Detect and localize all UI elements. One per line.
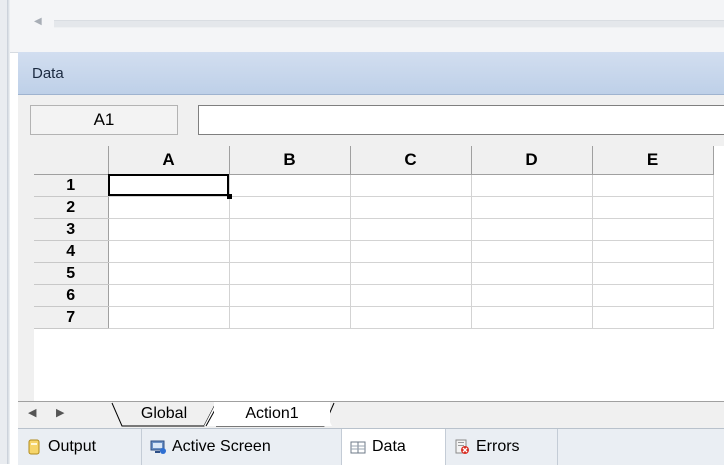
sheet-tab-global[interactable]: Global <box>120 402 208 426</box>
column-header-d[interactable]: D <box>471 146 593 175</box>
cell[interactable] <box>229 240 351 263</box>
cell[interactable] <box>471 240 593 263</box>
select-all-corner[interactable] <box>34 146 109 175</box>
cell-a1-active[interactable] <box>108 174 231 198</box>
cell[interactable] <box>350 306 472 329</box>
cell[interactable] <box>108 284 230 307</box>
cell[interactable] <box>350 284 472 307</box>
cell[interactable] <box>350 262 472 285</box>
cell[interactable] <box>592 174 714 197</box>
dock-tab-active-screen[interactable]: Active Screen <box>142 429 342 465</box>
formula-bar: A1 <box>18 95 724 145</box>
row-header-4[interactable]: 4 <box>34 240 109 263</box>
row-header-7[interactable]: 7 <box>34 306 109 329</box>
cell[interactable] <box>108 306 230 329</box>
errors-icon <box>454 439 470 455</box>
bottom-dock-tabs: Output Active Screen Data Errors <box>18 428 724 465</box>
cell[interactable] <box>350 174 472 197</box>
cell[interactable] <box>350 240 472 263</box>
cell-reference-box[interactable]: A1 <box>30 105 178 135</box>
cell[interactable] <box>471 174 593 197</box>
dock-tab-label: Output <box>48 438 97 455</box>
column-header-b[interactable]: B <box>229 146 351 175</box>
sheet-next-icon[interactable]: ▶ <box>56 406 64 419</box>
dock-tab-label: Errors <box>476 438 520 455</box>
row-header-5[interactable]: 5 <box>34 262 109 285</box>
cell[interactable] <box>108 218 230 241</box>
window-left-border <box>0 0 10 464</box>
cell[interactable] <box>108 196 230 219</box>
top-horizontal-scrollbar[interactable]: ◀ <box>10 0 724 53</box>
cell[interactable] <box>592 196 714 219</box>
dock-tab-data[interactable]: Data <box>342 429 446 465</box>
output-icon <box>26 439 42 455</box>
spreadsheet-grid[interactable]: A B C D E 1 2 3 4 5 6 7 <box>34 146 724 401</box>
cell[interactable] <box>471 262 593 285</box>
cell[interactable] <box>471 218 593 241</box>
panel-title-bar: Data <box>18 52 724 95</box>
dock-tab-label: Data <box>372 438 406 455</box>
row-header-1[interactable]: 1 <box>34 174 109 197</box>
column-header-a[interactable]: A <box>108 146 230 175</box>
scroll-left-arrow-icon[interactable]: ◀ <box>34 16 42 27</box>
formula-input[interactable] <box>198 105 724 135</box>
dock-tab-label: Active Screen <box>172 438 271 455</box>
cell[interactable] <box>229 174 351 197</box>
cell[interactable] <box>350 218 472 241</box>
active-screen-icon <box>150 439 166 455</box>
panel-title: Data <box>32 65 64 82</box>
cell[interactable] <box>108 240 230 263</box>
data-table-panel: A1 A B C D E 1 2 3 4 5 6 7 ◀ ▶ Global Ac… <box>18 95 724 429</box>
cell[interactable] <box>229 284 351 307</box>
data-icon <box>350 439 366 455</box>
sheet-tab-action1[interactable]: Action1 <box>214 402 330 426</box>
cell[interactable] <box>229 262 351 285</box>
cell[interactable] <box>350 196 472 219</box>
column-header-e[interactable]: E <box>592 146 714 175</box>
dock-tab-output[interactable]: Output <box>18 429 142 465</box>
cell[interactable] <box>592 262 714 285</box>
cell[interactable] <box>229 196 351 219</box>
cell[interactable] <box>229 306 351 329</box>
cell[interactable] <box>592 284 714 307</box>
column-header-c[interactable]: C <box>350 146 472 175</box>
row-header-3[interactable]: 3 <box>34 218 109 241</box>
scroll-track[interactable] <box>54 20 724 28</box>
row-header-6[interactable]: 6 <box>34 284 109 307</box>
cell[interactable] <box>471 306 593 329</box>
cell[interactable] <box>108 262 230 285</box>
cell[interactable] <box>592 240 714 263</box>
cell[interactable] <box>471 196 593 219</box>
cell[interactable] <box>229 218 351 241</box>
cell[interactable] <box>592 306 714 329</box>
row-header-2[interactable]: 2 <box>34 196 109 219</box>
sheet-prev-icon[interactable]: ◀ <box>28 406 36 419</box>
cell[interactable] <box>592 218 714 241</box>
sheet-tabs-bar: ◀ ▶ Global Action1 <box>18 401 724 429</box>
dock-tab-errors[interactable]: Errors <box>446 429 558 465</box>
cell[interactable] <box>471 284 593 307</box>
